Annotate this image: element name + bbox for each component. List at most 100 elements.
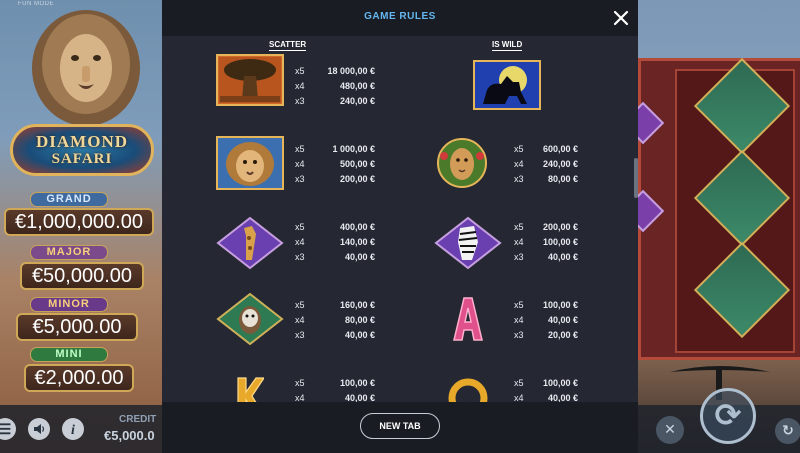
pay-multiplier: x3	[295, 174, 305, 184]
pay-multiplier: x4	[295, 393, 305, 402]
pay-amount: 160,00 €	[339, 300, 375, 310]
pay-row: x5 100,00 €	[295, 378, 375, 393]
wild-header: IS WILD	[492, 40, 523, 51]
pay-row: x5 18 000,00 €	[295, 66, 375, 81]
new-tab-button[interactable]: NEW TAB	[360, 413, 440, 439]
pay-multiplier: x4	[514, 159, 524, 169]
jackpot-major-value: €50,000.00	[20, 262, 144, 290]
close-icon[interactable]	[611, 8, 631, 28]
pay-row: x4 240,00 €	[514, 159, 594, 174]
lion-symbol	[216, 136, 284, 190]
pay-amount: 200,00 €	[339, 174, 375, 184]
logo-title-line1: DIAMOND	[36, 132, 128, 151]
turbo-button[interactable]: ↻	[775, 418, 800, 444]
pay-amount: 240,00 €	[339, 96, 375, 106]
modal-footer: NEW TAB	[162, 402, 638, 453]
letter-k-symbol	[237, 377, 264, 402]
pay-multiplier: x4	[514, 237, 524, 247]
scatter-header: SCATTER	[269, 40, 307, 51]
autoplay-icon: ✕	[664, 422, 676, 438]
pay-amount: 480,00 €	[339, 81, 375, 91]
pay-row: x3 40,00 €	[514, 252, 594, 267]
letter-a-pays: x5 100,00 € x4 40,00 € x3 20,00 €	[514, 300, 594, 345]
turbo-icon: ↻	[782, 423, 794, 439]
paytable-content[interactable]: SCATTER IS WILD x5 18 000,00 € x4 480,00 €…	[162, 36, 638, 402]
zebra-symbol	[434, 216, 502, 270]
scrollbar-thumb[interactable]	[634, 158, 638, 198]
game-logo: DIAMOND SAFARI	[10, 124, 154, 176]
jackpot-minor-value: €5,000.00	[16, 313, 138, 341]
pay-amount: 40,00 €	[344, 330, 375, 340]
letter-q-symbol	[448, 378, 488, 402]
pay-multiplier: x5	[295, 222, 305, 232]
logo-title-line2: SAFARI	[51, 151, 113, 167]
lion-pays: x5 1 000,00 € x4 500,00 € x3 200,00 €	[295, 144, 375, 189]
pay-row: x4 480,00 €	[295, 81, 375, 96]
letter-k-pays: x5 100,00 € x4 40,00 €	[295, 378, 375, 402]
jackpot-minor-label: MINOR	[30, 297, 108, 312]
credit-value: €5,000.0	[104, 428, 155, 443]
pay-multiplier: x4	[514, 315, 524, 325]
pay-row: x3 20,00 €	[514, 330, 594, 345]
pay-amount: 100,00 €	[339, 378, 375, 388]
pay-row: x3 200,00 €	[295, 174, 375, 189]
modal-header: GAME RULES	[162, 0, 638, 36]
pay-amount: 40,00 €	[547, 315, 578, 325]
pay-row: x5 100,00 €	[514, 378, 594, 393]
pay-amount: 500,00 €	[339, 159, 375, 169]
pay-row: x3 240,00 €	[295, 96, 375, 111]
pay-amount: 1 000,00 €	[332, 144, 375, 154]
pay-row: x4 500,00 €	[295, 159, 375, 174]
giraffe-pays: x5 400,00 € x4 140,00 € x3 40,00 €	[295, 222, 375, 267]
pay-multiplier: x3	[295, 96, 305, 106]
pay-amount: 100,00 €	[542, 237, 578, 247]
pay-row: x4 100,00 €	[514, 237, 594, 252]
pay-multiplier: x3	[514, 330, 524, 340]
pay-multiplier: x4	[514, 393, 524, 402]
pay-amount: 600,00 €	[542, 144, 578, 154]
pay-multiplier: x5	[295, 300, 305, 310]
pay-amount: 140,00 €	[339, 237, 375, 247]
pay-multiplier: x5	[295, 378, 305, 388]
lion-head-icon	[32, 10, 140, 126]
jackpot-grand-label: GRAND	[30, 192, 108, 207]
monkey-pays: x5 160,00 € x4 80,00 € x3 40,00 €	[295, 300, 375, 345]
pay-row: x3 40,00 €	[295, 330, 375, 345]
pay-multiplier: x5	[514, 144, 524, 154]
pay-amount: 40,00 €	[344, 252, 375, 262]
speaker-icon	[34, 424, 45, 434]
spin-icon: ⟳	[714, 396, 742, 434]
info-icon: i	[71, 423, 75, 438]
pay-row: x5 160,00 €	[295, 300, 375, 315]
info-button[interactable]: i	[62, 418, 84, 440]
pay-row: x4 40,00 €	[514, 393, 594, 402]
pay-row: x5 400,00 €	[295, 222, 375, 237]
pay-multiplier: x4	[295, 315, 305, 325]
pay-amount: 240,00 €	[542, 159, 578, 169]
pay-amount: 80,00 €	[344, 315, 375, 325]
pay-amount: 18 000,00 €	[327, 66, 375, 76]
autoplay-button[interactable]: ✕	[656, 416, 684, 444]
letter-a-symbol	[453, 297, 483, 341]
zebra-pays: x5 200,00 € x4 100,00 € x3 40,00 €	[514, 222, 594, 267]
pay-multiplier: x3	[295, 330, 305, 340]
pay-multiplier: x3	[514, 174, 524, 184]
pay-amount: 40,00 €	[547, 252, 578, 262]
baobab-tree-scatter-symbol	[216, 54, 284, 106]
pay-amount: 40,00 €	[547, 393, 578, 402]
pay-amount: 20,00 €	[547, 330, 578, 340]
spin-button[interactable]: ⟳	[700, 388, 756, 444]
monkey-symbol	[216, 292, 284, 346]
pay-amount: 200,00 €	[542, 222, 578, 232]
letter-q-pays: x5 100,00 € x4 40,00 €	[514, 378, 594, 402]
pay-multiplier: x3	[514, 252, 524, 262]
giraffe-symbol	[216, 216, 284, 270]
modal-title: GAME RULES	[364, 11, 436, 22]
pay-amount: 100,00 €	[542, 300, 578, 310]
pay-multiplier: x4	[295, 237, 305, 247]
pay-multiplier: x4	[295, 159, 305, 169]
sound-button[interactable]	[28, 418, 50, 440]
pay-row: x5 1 000,00 €	[295, 144, 375, 159]
pay-multiplier: x4	[295, 81, 305, 91]
pay-multiplier: x5	[295, 144, 305, 154]
